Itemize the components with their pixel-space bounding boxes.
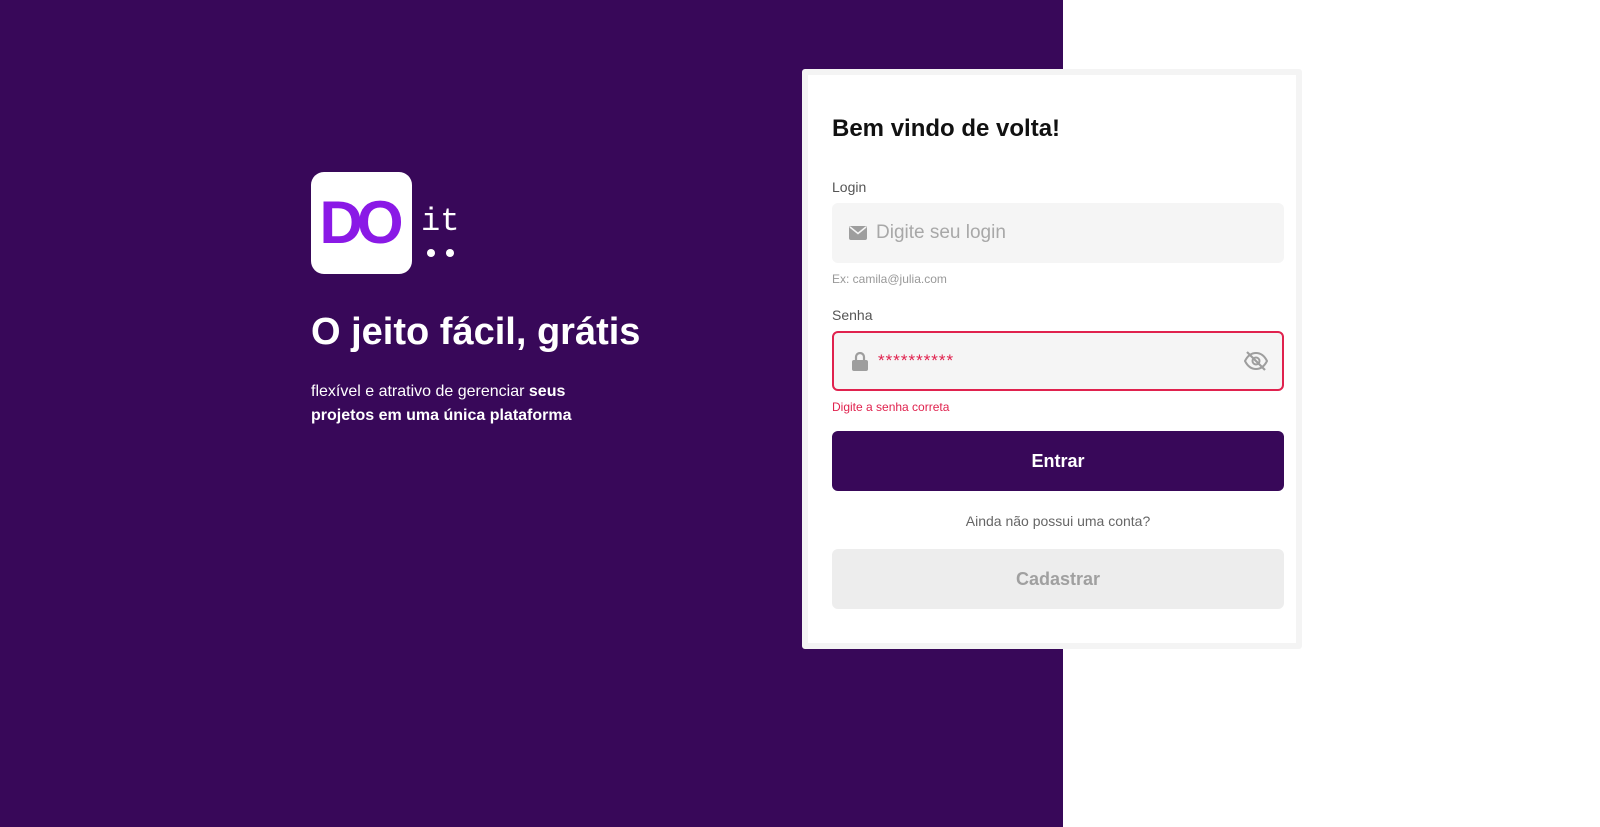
submit-button[interactable]: Entrar [832,431,1284,491]
password-field[interactable] [832,331,1284,391]
logo-box: DO [311,172,412,274]
logo: DO it [311,172,471,276]
register-button[interactable]: Cadastrar [832,549,1284,609]
envelope-icon [848,223,868,243]
password-input[interactable] [878,341,1244,381]
logo-suffix: it [421,203,460,240]
logo-mark: DO [319,189,404,256]
login-field[interactable] [832,203,1284,263]
login-hint: Ex: camila@julia.com [832,272,947,286]
login-input[interactable] [876,213,1284,253]
lock-icon [850,351,870,371]
login-label: Login [832,179,867,195]
eye-off-icon[interactable] [1244,349,1268,373]
login-page: DO it O jeito fácil, grátis flexível e a… [0,0,1600,827]
brand-tagline: flexível e atrativo de gerenciar seus pr… [311,380,601,428]
password-label: Senha [832,307,873,323]
logo-dots [427,244,465,262]
form-title: Bem vindo de volta! [832,115,1061,142]
login-card: Bem vindo de volta! Login Ex: camila@jul… [802,69,1302,649]
brand-block: DO it O jeito fácil, grátis flexível e a… [311,172,731,428]
no-account-text: Ainda não possui uma conta? [965,513,1151,529]
password-error: Digite a senha correta [832,400,950,414]
tagline-regular: flexível e atrativo de gerenciar [311,382,529,400]
brand-headline: O jeito fácil, grátis [311,311,641,353]
